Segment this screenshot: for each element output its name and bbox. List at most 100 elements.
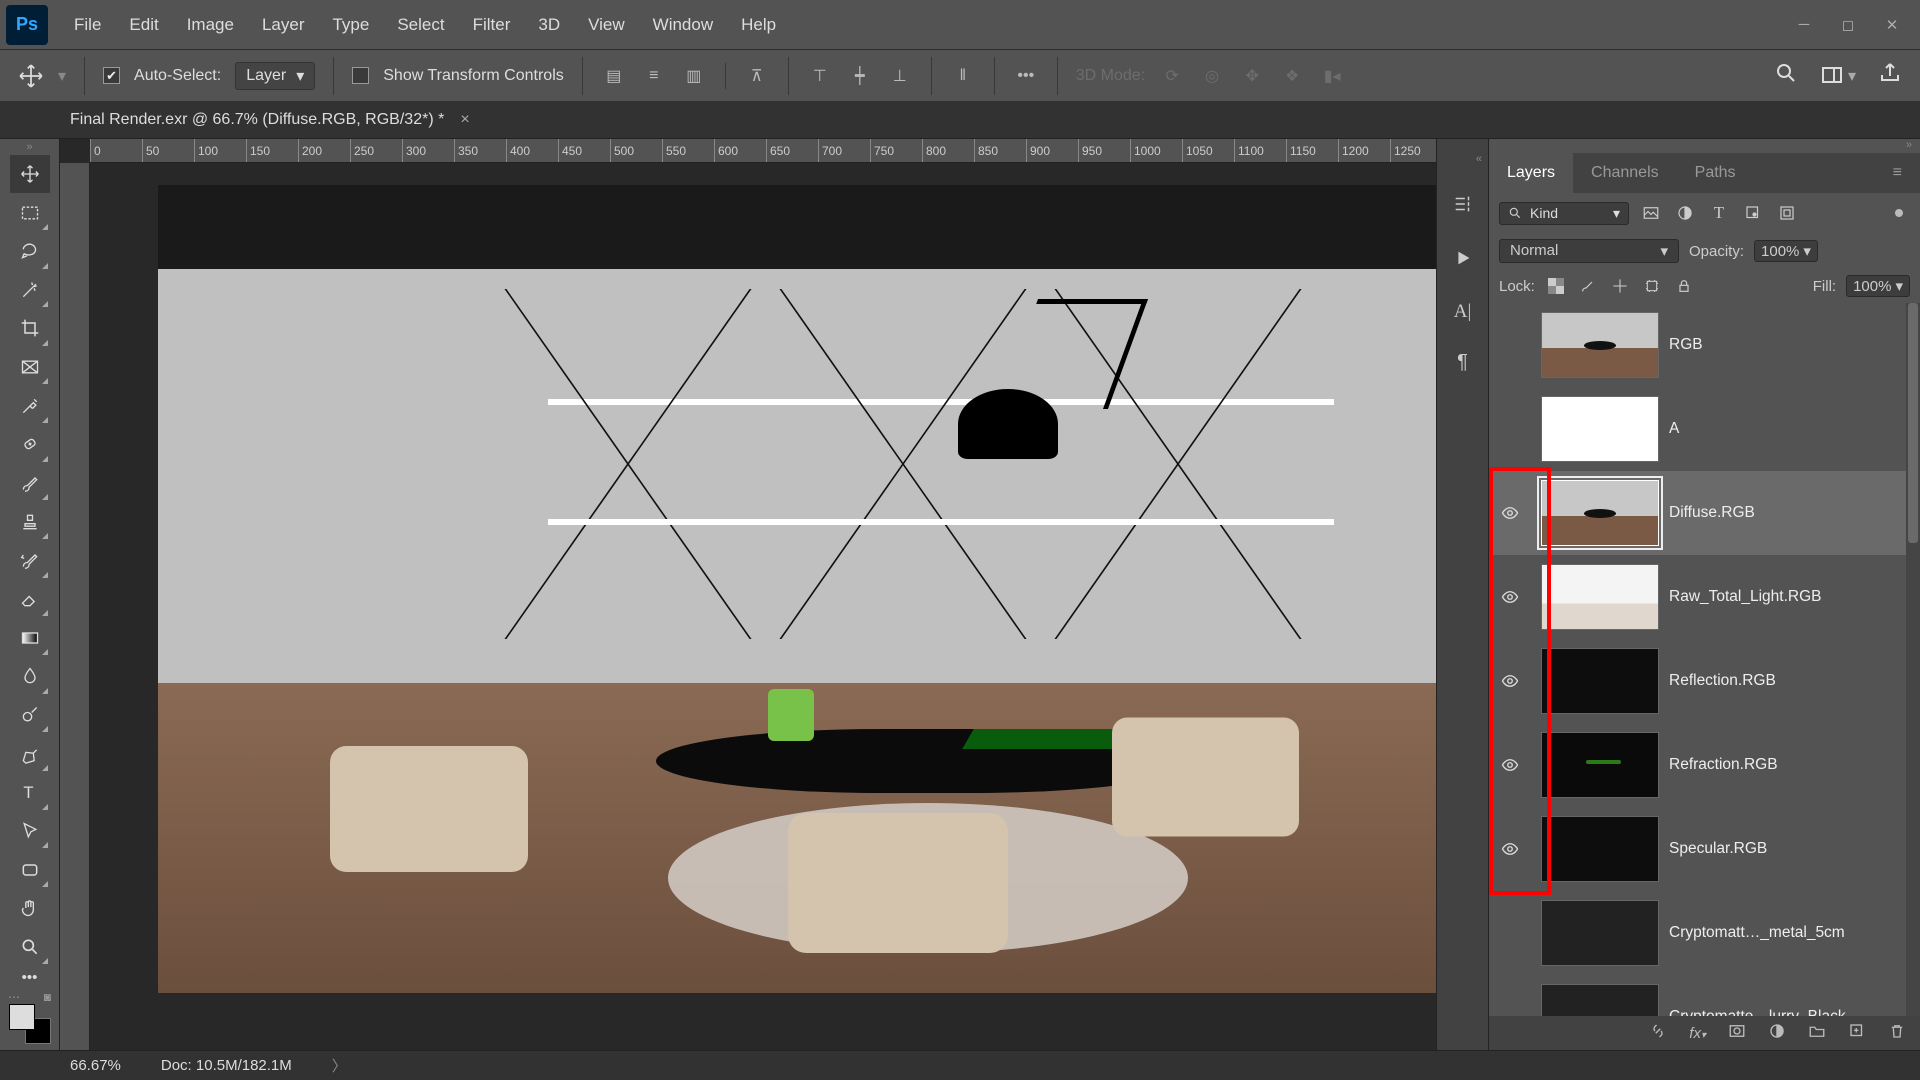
workspace-switcher-icon[interactable]: ▾	[1820, 64, 1856, 88]
tool-path-select[interactable]	[10, 812, 50, 851]
window-minimize[interactable]: ─	[1782, 9, 1826, 41]
tab-paths[interactable]: Paths	[1677, 153, 1754, 193]
tool-move[interactable]	[10, 155, 50, 194]
layer-row[interactable]: RGB	[1489, 303, 1920, 387]
share-icon[interactable]	[1878, 61, 1902, 90]
tool-shape[interactable]	[10, 850, 50, 889]
window-restore[interactable]: ◻	[1826, 9, 1870, 41]
menu-view[interactable]: View	[574, 0, 639, 49]
auto-select-checkbox[interactable]	[103, 67, 120, 84]
menu-select[interactable]: Select	[383, 0, 458, 49]
distribute-vcenter-icon[interactable]: ┿	[847, 63, 873, 89]
link-layers-icon[interactable]	[1649, 1022, 1667, 1044]
lock-all-icon[interactable]	[1673, 275, 1695, 297]
tool-zoom[interactable]	[10, 928, 50, 967]
layer-row[interactable]: Raw_Total_Light.RGB	[1489, 555, 1920, 639]
layer-visibility-icon[interactable]	[1489, 756, 1531, 774]
fill-value[interactable]: 100%▾	[1846, 275, 1910, 297]
document-canvas[interactable]	[158, 185, 1436, 989]
tool-heal[interactable]	[10, 425, 50, 464]
layer-visibility-icon[interactable]	[1489, 588, 1531, 606]
tool-wand[interactable]	[10, 271, 50, 310]
distribute-top-icon[interactable]: ⊤	[807, 63, 833, 89]
tool-stamp[interactable]	[10, 502, 50, 541]
new-layer-icon[interactable]	[1848, 1022, 1866, 1044]
tool-history-brush[interactable]	[10, 541, 50, 580]
delete-layer-icon[interactable]	[1888, 1022, 1906, 1044]
layer-mask-icon[interactable]	[1728, 1022, 1746, 1044]
filter-kind-select[interactable]: Kind▾	[1499, 202, 1629, 225]
tool-brush[interactable]	[10, 464, 50, 503]
tool-lasso[interactable]	[10, 232, 50, 271]
move-tool-icon[interactable]	[18, 63, 44, 89]
adjustment-layer-icon[interactable]	[1768, 1022, 1786, 1044]
status-zoom[interactable]: 66.67%	[70, 1057, 121, 1074]
layer-thumbnail[interactable]	[1541, 984, 1659, 1016]
tab-layers[interactable]: Layers	[1489, 153, 1573, 193]
filter-pixel-icon[interactable]	[1639, 201, 1663, 225]
window-close[interactable]: ✕	[1870, 9, 1914, 41]
search-icon[interactable]	[1774, 61, 1798, 90]
align-hcenter-icon[interactable]: ≡	[641, 63, 667, 89]
menu-layer[interactable]: Layer	[248, 0, 319, 49]
layer-thumbnail[interactable]	[1541, 648, 1659, 714]
distribute-spacing-icon[interactable]: ‖	[950, 63, 976, 89]
tool-dodge[interactable]	[10, 696, 50, 735]
menu-help[interactable]: Help	[727, 0, 790, 49]
filter-toggle[interactable]	[1894, 208, 1904, 218]
color-swatch[interactable]	[9, 1004, 51, 1045]
align-left-icon[interactable]: ▤	[601, 63, 627, 89]
tool-more-icon[interactable]: •••	[10, 966, 50, 989]
document-tab[interactable]: Final Render.exr @ 66.7% (Diffuse.RGB, R…	[70, 111, 470, 129]
glyphs-icon[interactable]: A|	[1454, 301, 1472, 323]
filter-shape-icon[interactable]	[1741, 201, 1765, 225]
lock-image-icon[interactable]	[1577, 275, 1599, 297]
tool-eraser[interactable]	[10, 580, 50, 619]
layer-row[interactable]: A	[1489, 387, 1920, 471]
layer-visibility-icon[interactable]	[1489, 672, 1531, 690]
panel-menu-icon[interactable]: ≡	[1875, 153, 1920, 193]
properties-icon[interactable]	[1452, 193, 1474, 219]
distribute-bottom-icon[interactable]: ⊥	[887, 63, 913, 89]
layer-row[interactable]: Cryptomatte…lurry_Black	[1489, 975, 1920, 1016]
layer-row[interactable]: Refraction.RGB	[1489, 723, 1920, 807]
layer-list[interactable]: RGBADiffuse.RGBRaw_Total_Light.RGBReflec…	[1489, 303, 1920, 1016]
layer-row[interactable]: Reflection.RGB	[1489, 639, 1920, 723]
tool-frame[interactable]	[10, 348, 50, 387]
quickmask-icon[interactable]: ◙	[44, 990, 51, 1004]
layer-thumbnail[interactable]	[1541, 480, 1659, 546]
menu-filter[interactable]: Filter	[459, 0, 525, 49]
filter-adjust-icon[interactable]	[1673, 201, 1697, 225]
status-more-icon[interactable]: 〉	[332, 1055, 347, 1076]
tool-hand[interactable]	[10, 889, 50, 928]
tool-blur[interactable]	[10, 657, 50, 696]
blend-mode-select[interactable]: Normal▾	[1499, 239, 1679, 263]
align-top-icon[interactable]: ⊼	[744, 63, 770, 89]
show-transform-checkbox[interactable]	[352, 67, 369, 84]
layer-thumbnail[interactable]	[1541, 816, 1659, 882]
menu-3d[interactable]: 3D	[524, 0, 574, 49]
layer-row[interactable]: Diffuse.RGB	[1489, 471, 1920, 555]
more-options-icon[interactable]: •••	[1013, 63, 1039, 89]
opacity-value[interactable]: 100%▾	[1754, 240, 1818, 262]
align-right-icon[interactable]: ▥	[681, 63, 707, 89]
layer-row[interactable]: Specular.RGB	[1489, 807, 1920, 891]
layer-thumbnail[interactable]	[1541, 396, 1659, 462]
canvas-area[interactable]: 0501001502002503003504004505005506006507…	[60, 139, 1436, 1050]
layer-thumbnail[interactable]	[1541, 312, 1659, 378]
layer-thumbnail[interactable]	[1541, 900, 1659, 966]
tool-marquee[interactable]	[10, 193, 50, 232]
tool-type[interactable]: T	[10, 773, 50, 812]
paragraph-icon[interactable]: ¶	[1457, 351, 1468, 374]
menu-window[interactable]: Window	[639, 0, 727, 49]
tool-gradient[interactable]	[10, 618, 50, 657]
filter-type-icon[interactable]: T	[1707, 201, 1731, 225]
layer-fx-icon[interactable]: fx▾	[1689, 1025, 1706, 1042]
layer-visibility-icon[interactable]	[1489, 840, 1531, 858]
tab-channels[interactable]: Channels	[1573, 153, 1677, 193]
actions-icon[interactable]	[1452, 247, 1474, 273]
lock-transparent-icon[interactable]	[1545, 275, 1567, 297]
layers-scrollbar[interactable]	[1906, 303, 1920, 1016]
layer-thumbnail[interactable]	[1541, 564, 1659, 630]
layer-row[interactable]: Cryptomatt…_metal_5cm	[1489, 891, 1920, 975]
